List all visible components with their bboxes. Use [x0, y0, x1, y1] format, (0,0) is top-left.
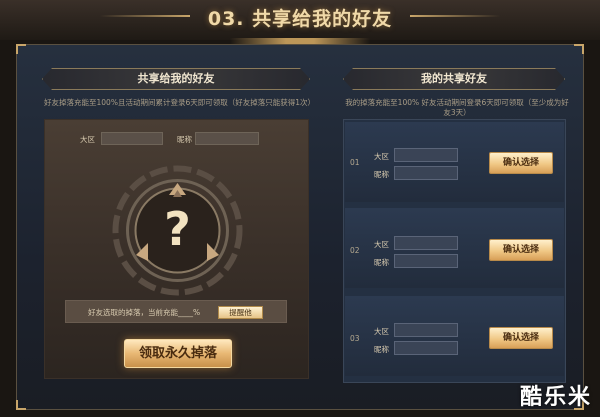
region-input[interactable] [394, 236, 458, 250]
row-number: 01 [350, 158, 360, 167]
nickname-input[interactable] [394, 254, 458, 268]
row-number: 02 [350, 246, 360, 255]
nickname-input[interactable] [394, 341, 458, 355]
nickname-label: 昵称 [374, 258, 389, 267]
left-section-description: 好友掉落充能至100%且活动期间累计登录6天即可领取（好友掉落只能获得1次） [44, 98, 315, 107]
share-status-text: 好友选取的掉落，当前充能____% [88, 308, 201, 317]
corner-ornament [16, 400, 26, 410]
region-label: 大区 [374, 152, 389, 161]
left-section-title: 共享给我的好友 [42, 68, 310, 90]
watermark-logo: 酷乐米 [519, 385, 592, 410]
region-label: 大区 [374, 240, 389, 249]
nickname-input[interactable] [394, 166, 458, 180]
remind-button[interactable]: 提醒他 [218, 306, 263, 319]
confirm-select-button[interactable]: 确认选择 [489, 152, 553, 174]
nickname-label: 昵称 [374, 345, 389, 354]
confirm-select-button[interactable]: 确认选择 [489, 327, 553, 349]
svg-text:?: ? [164, 202, 191, 256]
row-number: 03 [350, 334, 360, 343]
region-input[interactable] [394, 148, 458, 162]
question-emblem-icon: ? [112, 165, 243, 296]
nickname-label: 昵称 [177, 135, 192, 144]
right-section-title: 我的共享好友 [343, 68, 565, 90]
region-input[interactable] [101, 132, 163, 145]
claim-permanent-drop-button[interactable]: 领取永久掉落 [124, 339, 232, 368]
corner-ornament [574, 44, 584, 54]
region-label: 大区 [80, 135, 95, 144]
nickname-input[interactable] [195, 132, 259, 145]
page-title: 03. 共享给我的好友 [207, 8, 393, 30]
confirm-select-button[interactable]: 确认选择 [489, 239, 553, 261]
nickname-label: 昵称 [374, 170, 389, 179]
corner-ornament [16, 44, 26, 54]
region-input[interactable] [394, 323, 458, 337]
region-label: 大区 [374, 327, 389, 336]
right-section-description: 我的掉落充能至100% 好友活动期间登录6天即可领取（至少成为好友3天） [345, 98, 569, 117]
